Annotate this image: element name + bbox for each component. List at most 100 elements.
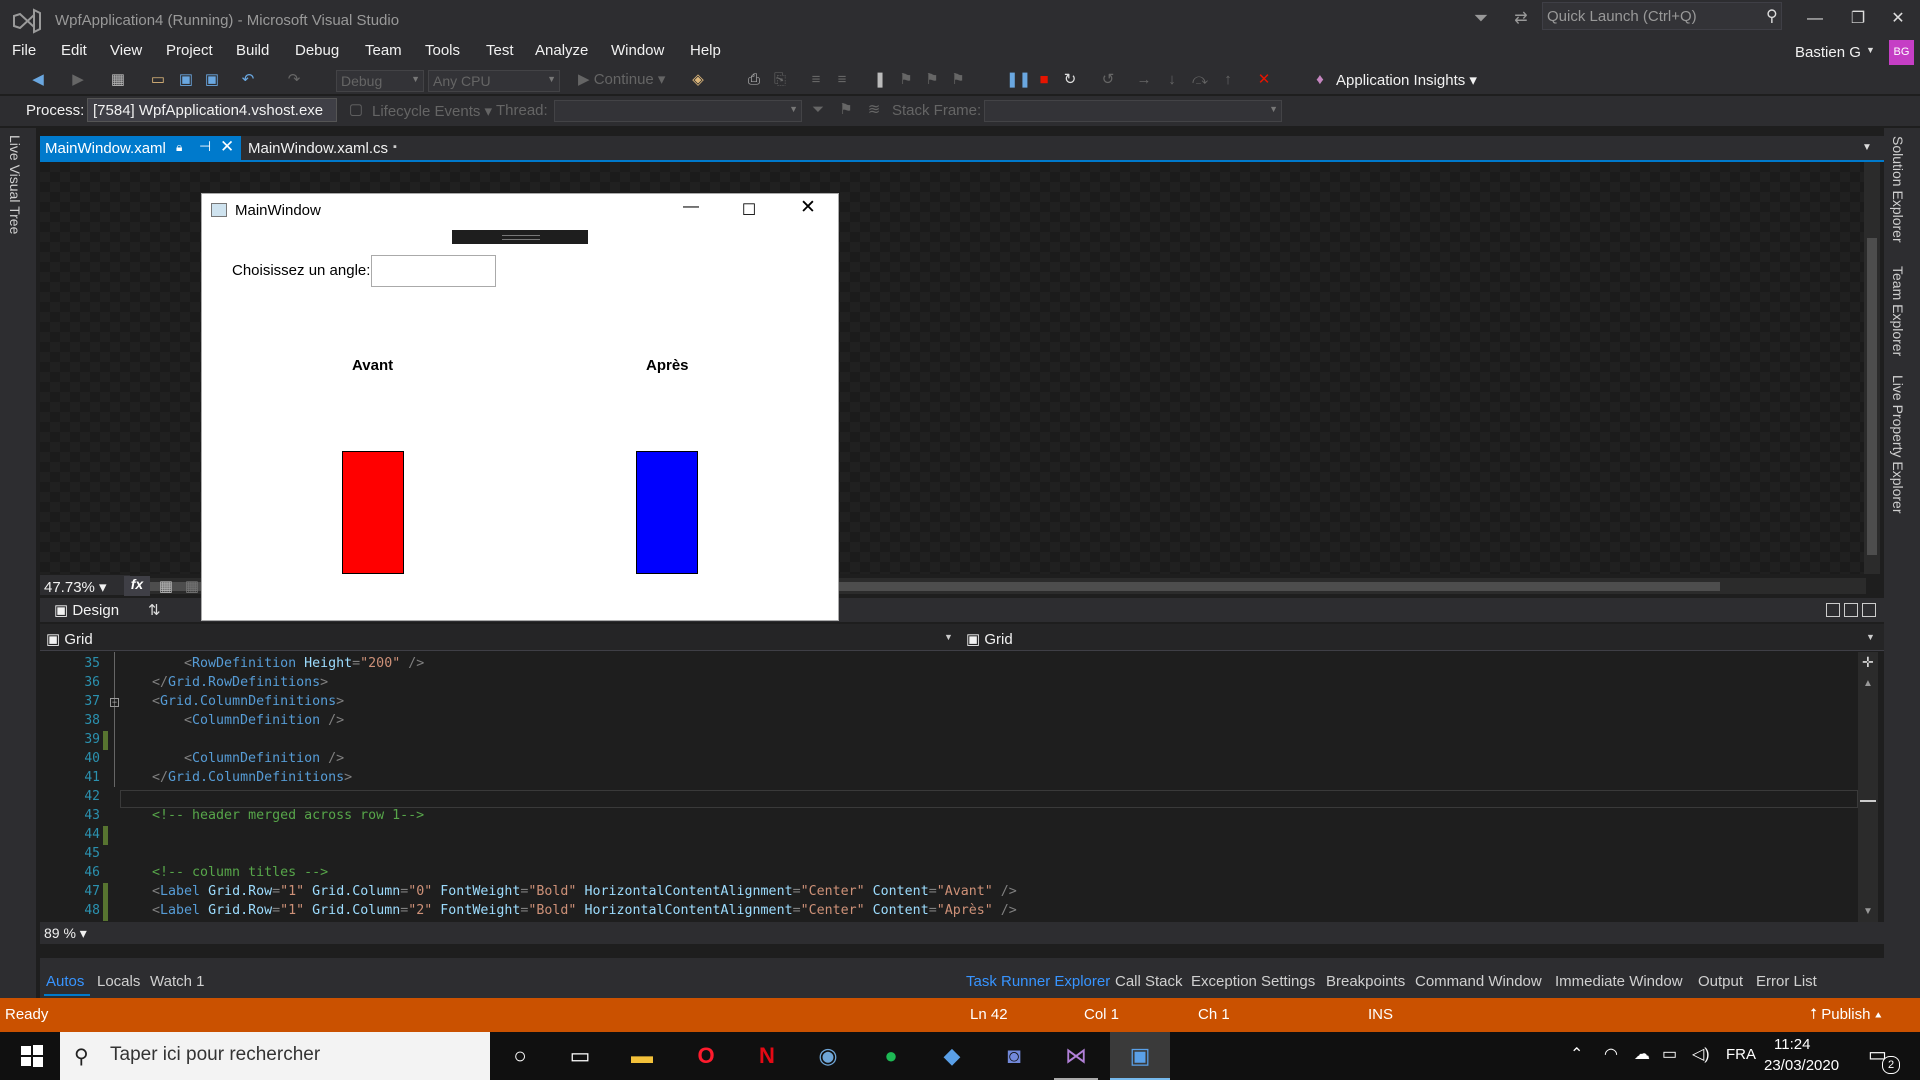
tab-watch-1[interactable]: Watch 1 [150, 973, 204, 990]
flag-threads-icon[interactable]: ⚑ [836, 100, 856, 120]
platform-select[interactable]: Any CPU ▼ [428, 70, 560, 92]
element-path-left[interactable]: ▣ Grid [46, 630, 93, 648]
code-line[interactable]: <Grid.ColumnDefinitions> [152, 694, 344, 709]
save-all-icon[interactable]: ▣ [202, 70, 222, 90]
user-name[interactable]: Bastien G [1795, 44, 1861, 61]
new-project-icon[interactable]: ▦ [108, 70, 128, 90]
code-line[interactable]: <!-- column titles --> [152, 865, 328, 880]
split-editor-icon[interactable]: ✛ [1862, 654, 1874, 671]
solution-explorer-tab[interactable]: Solution Explorer [1890, 136, 1906, 243]
redo-icon[interactable]: ↷ [284, 70, 304, 90]
bookmark-icon[interactable]: ❚ [870, 70, 890, 90]
designer-vertical-scroll-thumb[interactable] [1867, 238, 1877, 555]
design-tab[interactable]: ▣ Design [54, 601, 119, 619]
exception-icon[interactable]: ✕ [1254, 70, 1274, 90]
menu-team[interactable]: Team [365, 42, 402, 66]
menu-window[interactable]: Window [611, 42, 664, 66]
undo-icon[interactable]: ↶ [238, 70, 258, 90]
back-icon[interactable]: ◀ [28, 70, 48, 90]
expand-callstack-icon[interactable]: ≋ [864, 100, 884, 120]
hot-reload-icon[interactable]: ⎘ [770, 70, 790, 90]
stop-icon[interactable]: ■ [1034, 70, 1054, 90]
netflix-icon[interactable]: N [745, 1036, 789, 1076]
wpf-minimize-button[interactable]: — [676, 198, 706, 216]
designer-zoom-select[interactable]: 47.73% ▾ [44, 578, 107, 596]
menu-view[interactable]: View [110, 42, 142, 66]
tab-locals[interactable]: Locals [97, 973, 140, 990]
clock-date[interactable]: 23/03/2020 [1764, 1057, 1839, 1074]
vertical-split-icon[interactable] [1826, 603, 1840, 617]
thread-select[interactable]: ▼ [554, 100, 802, 122]
team-explorer-tab[interactable]: Team Explorer [1890, 266, 1906, 356]
discord-icon[interactable]: ◙ [992, 1036, 1036, 1076]
close-icon[interactable]: ✕ [220, 137, 234, 157]
swap-panes-icon[interactable]: ⇅ [148, 601, 161, 619]
process-select[interactable]: [7584] WpfApplication4.vshost.exe [87, 98, 337, 122]
wpf-close-button[interactable]: ✕ [793, 196, 823, 219]
restore-button[interactable]: ❐ [1838, 4, 1878, 34]
wpf-maximize-button[interactable]: ☐ [734, 200, 764, 220]
code-line[interactable]: <!-- header merged across row 1--> [152, 808, 424, 823]
quick-launch-input[interactable]: Quick Launch (Ctrl+Q) [1542, 2, 1782, 30]
step-over2-icon[interactable]: ⤼ [1190, 70, 1210, 90]
bookmark-prev-icon[interactable]: ⚑ [896, 70, 916, 90]
grid-toggle-icon[interactable]: ▦ [156, 577, 176, 597]
cortana-icon[interactable]: ○ [498, 1036, 542, 1076]
menu-debug[interactable]: Debug [295, 42, 339, 66]
publish-button[interactable]: ⭡ Publish ▴ [1810, 1006, 1882, 1023]
scroll-up-icon[interactable]: ▲ [1863, 678, 1873, 689]
code-line[interactable]: <ColumnDefinition /> [184, 751, 344, 766]
effects-toggle-button[interactable]: fx [124, 576, 150, 596]
chevron-down-icon[interactable]: ▼ [1866, 45, 1875, 55]
visual-studio-icon[interactable]: ⋈ [1054, 1036, 1098, 1076]
bookmark-next-icon[interactable]: ⚑ [922, 70, 942, 90]
lifecycle-events-button[interactable]: Lifecycle Events ▾ [372, 102, 492, 120]
wifi-icon[interactable]: ◠ [1604, 1044, 1618, 1064]
tab-overflow-icon[interactable]: ▼ [1862, 142, 1872, 153]
indent-icon[interactable]: ≡ [806, 70, 826, 90]
stop-debug-icon[interactable]: ⎙ [744, 70, 764, 90]
tab-breakpoints[interactable]: Breakpoints [1326, 973, 1405, 990]
code-line[interactable]: </Grid.RowDefinitions> [152, 675, 328, 690]
step-out-icon[interactable]: ↑ [1218, 70, 1238, 90]
volume-icon[interactable]: ◁) [1692, 1044, 1710, 1064]
show-next-statement-icon[interactable]: ↺ [1098, 70, 1118, 90]
debug-toolbar-grip-icon[interactable] [502, 235, 540, 240]
close-button[interactable]: ✕ [1878, 4, 1918, 34]
stack-frame-select[interactable]: ▼ [984, 100, 1282, 122]
app-insights-icon[interactable]: ♦ [1310, 70, 1330, 90]
open-file-icon[interactable]: ▭ [148, 70, 168, 90]
taskbar-search-placeholder[interactable]: Taper ici pour rechercher [110, 1044, 320, 1066]
tab-output[interactable]: Output [1698, 973, 1743, 990]
menu-edit[interactable]: Edit [61, 42, 87, 66]
menu-help[interactable]: Help [690, 42, 721, 66]
scroll-down-icon[interactable]: ▼ [1863, 906, 1873, 917]
code-line[interactable]: <Label Grid.Row="1" Grid.Column="0" Font… [152, 884, 1017, 899]
forward-icon[interactable]: ▶ [68, 70, 88, 90]
live-property-explorer-tab[interactable]: Live Property Explorer [1890, 375, 1906, 514]
live-visual-tree-tab[interactable]: Live Visual Tree [7, 135, 23, 234]
minimize-button[interactable]: — [1795, 4, 1835, 34]
spotify-icon[interactable]: ● [869, 1036, 913, 1076]
visual-studio-installer-icon[interactable]: ◆ [930, 1036, 974, 1076]
tray-overflow-icon[interactable]: ⌃ [1570, 1044, 1583, 1064]
avatar[interactable]: BG [1889, 40, 1914, 65]
menu-tools[interactable]: Tools [425, 42, 460, 66]
feedback-icon[interactable]: ⇄ [1508, 8, 1534, 32]
steam-icon[interactable]: ◉ [806, 1036, 850, 1076]
flag-icon[interactable]: ⏷ [808, 100, 828, 120]
task-view-icon[interactable]: ▭ [558, 1036, 602, 1076]
tab-command-window[interactable]: Command Window [1415, 973, 1542, 990]
restart-icon[interactable]: ↻ [1060, 70, 1080, 90]
code-line[interactable]: </Grid.ColumnDefinitions> [152, 770, 352, 785]
opera-icon[interactable]: O [684, 1036, 728, 1076]
application-insights-button[interactable]: Application Insights ▾ [1336, 71, 1477, 89]
code-line[interactable]: <ColumnDefinition /> [184, 713, 344, 728]
step-over-icon[interactable]: → [1134, 70, 1154, 90]
file-explorer-icon[interactable]: ▬ [620, 1036, 664, 1076]
outdent-icon[interactable]: ≡ [832, 70, 852, 90]
chevron-down-icon[interactable]: ▼ [944, 632, 953, 642]
tab-call-stack[interactable]: Call Stack [1115, 973, 1183, 990]
code-line[interactable]: <Label Grid.Row="1" Grid.Column="2" Font… [152, 903, 1017, 918]
step-into-icon[interactable]: ↓ [1162, 70, 1182, 90]
